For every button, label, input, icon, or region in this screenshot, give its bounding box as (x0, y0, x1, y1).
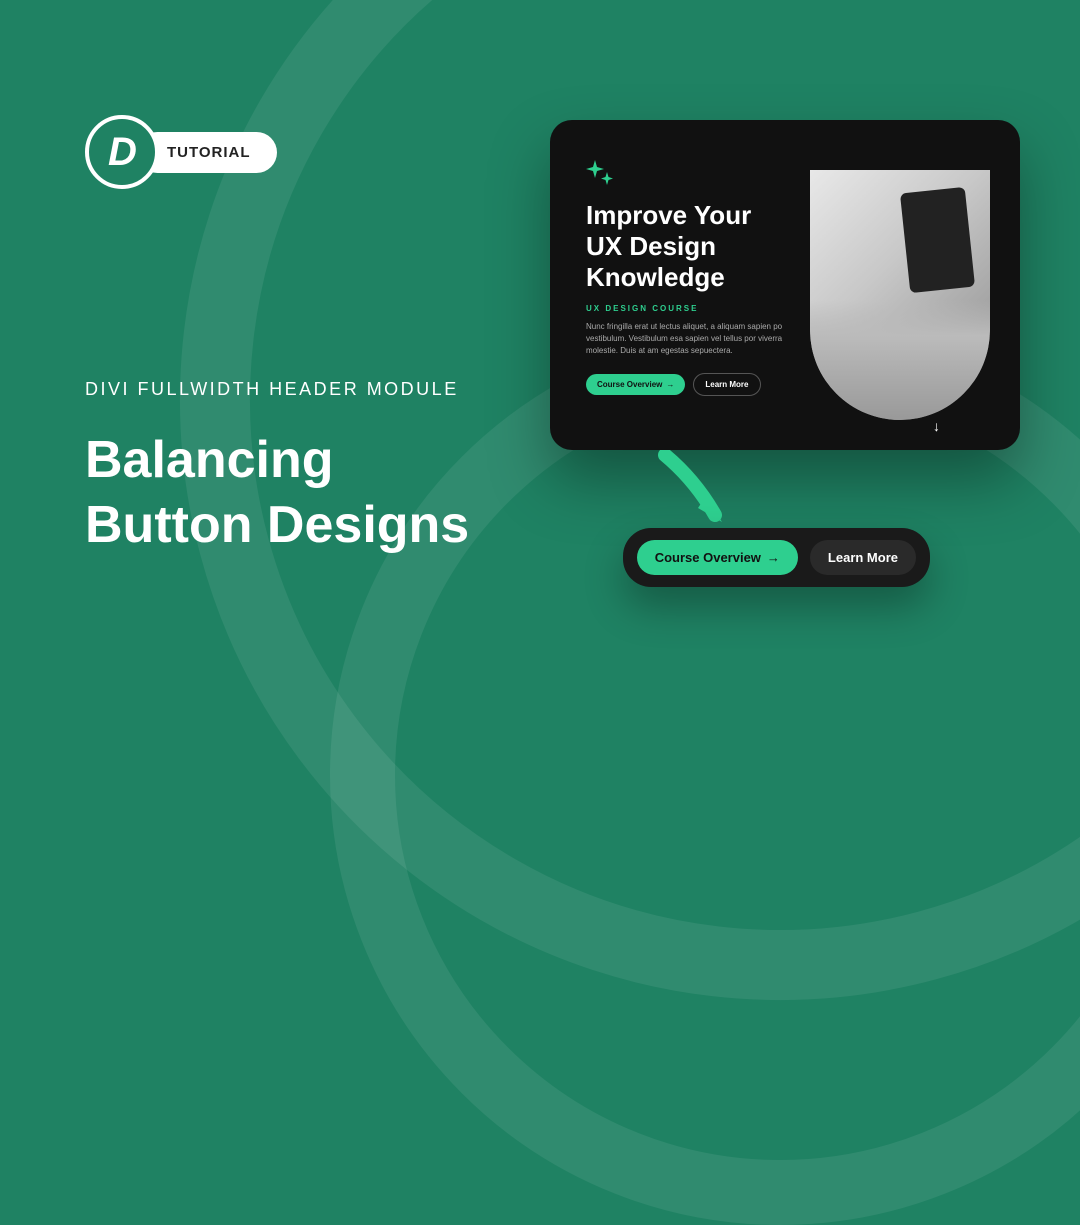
headline-line1: Balancing (85, 428, 505, 493)
device-primary-button[interactable]: Course Overview → (586, 374, 685, 395)
divi-logo-circle: D (85, 115, 159, 189)
annotation-arrow-icon (650, 450, 740, 540)
scroll-down-icon: ↓ (933, 418, 940, 434)
device-subhead: UX DESIGN COURSE (586, 304, 786, 313)
headline-line2: Button Designs (85, 493, 505, 558)
device-hero-image (810, 170, 990, 420)
arrow-right-icon: → (666, 380, 674, 389)
headline: Balancing Button Designs (85, 428, 505, 558)
device-mockup: Improve Your UX Design Knowledge UX DESI… (550, 120, 1020, 450)
device-secondary-button[interactable]: Learn More (693, 373, 760, 396)
eyebrow-text: DIVI FULLWIDTH HEADER MODULE (85, 379, 505, 400)
sparkle-icon (586, 160, 614, 188)
divi-logo-letter: D (108, 130, 136, 175)
device-body-text: Nunc fringilla erat ut lectus aliquet, a… (586, 321, 786, 357)
left-column: D TUTORIAL DIVI FULLWIDTH HEADER MODULE … (85, 115, 505, 558)
device-title: Improve Your UX Design Knowledge (586, 200, 786, 294)
callout-button-panel: Course Overview → Learn More (623, 528, 930, 587)
device-button-row: Course Overview → Learn More (586, 373, 786, 396)
callout-primary-button[interactable]: Course Overview → (637, 540, 798, 575)
callout-secondary-button[interactable]: Learn More (810, 540, 916, 575)
arrow-right-icon: → (767, 550, 780, 565)
badge-row: D TUTORIAL (85, 115, 505, 189)
